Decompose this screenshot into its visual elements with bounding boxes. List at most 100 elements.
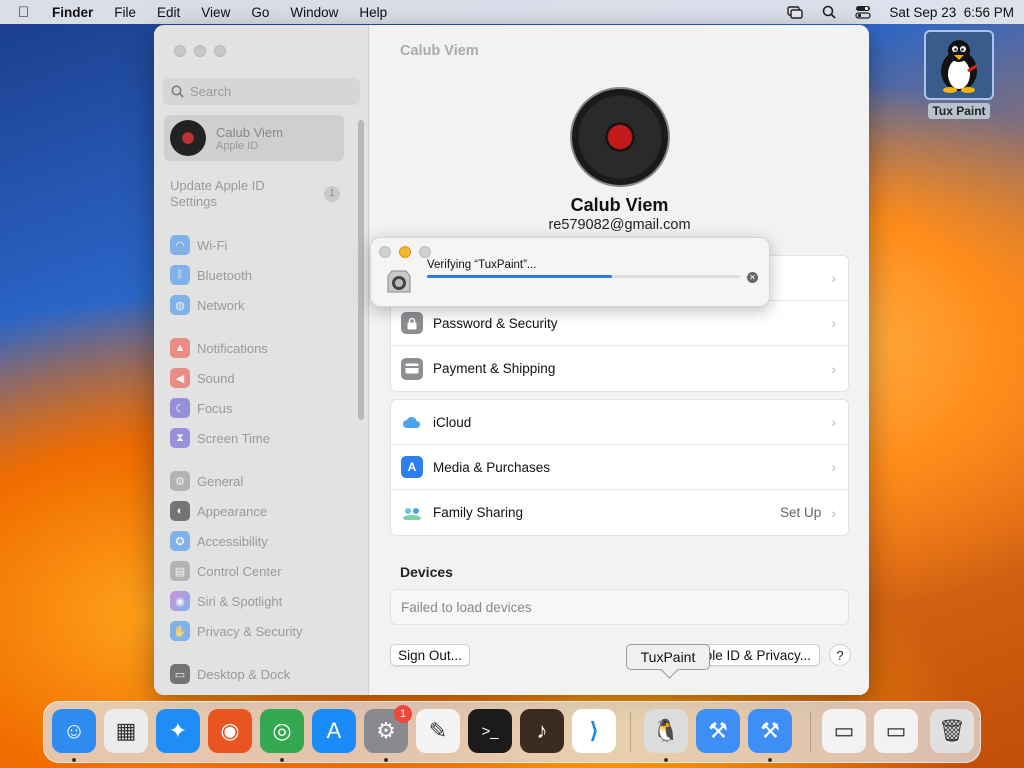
sidebar-nav: ◠ Wi-Fi ᛒ Bluetooth ◍ Network ▲ Notification…: [170, 230, 355, 689]
safari-icon[interactable]: ✦: [156, 709, 200, 753]
sidebar-item-siri-spotlight[interactable]: ◉ Siri & Spotlight: [170, 586, 355, 616]
devices-status: Failed to load devices: [390, 589, 849, 625]
control-center-icon: ▤: [170, 561, 190, 581]
zoom-button[interactable]: [214, 45, 226, 57]
app-store-icon[interactable]: A: [312, 709, 356, 753]
tuxpaint-icon[interactable]: 🐧: [644, 709, 688, 753]
sign-out-button[interactable]: Sign Out...: [390, 644, 470, 666]
profile-email: re579082@gmail.com: [548, 217, 691, 233]
dialog-minimize-button[interactable]: [399, 246, 411, 258]
sidebar-item-label: Focus: [197, 400, 233, 416]
sidebar-item-label: Bluetooth: [197, 267, 252, 283]
close-button[interactable]: [174, 45, 186, 57]
menu-app-finder[interactable]: Finder: [52, 5, 93, 20]
vscode-icon[interactable]: ⟩: [572, 709, 616, 753]
sidebar-item-desktop-dock[interactable]: ▭ Desktop & Dock: [170, 659, 355, 689]
sidebar-item-network[interactable]: ◍ Network: [170, 290, 355, 320]
desktop-icon-tuxpaint[interactable]: Tux Paint: [923, 30, 995, 119]
sidebar-item-appearance[interactable]: ◐ Appearance: [170, 496, 355, 526]
firefox-icon[interactable]: ◉: [208, 709, 252, 753]
xcode-icon[interactable]: ⚒: [696, 709, 740, 753]
sidebar-item-label: Appearance: [197, 503, 268, 519]
sidebar-scrollbar[interactable]: [358, 120, 364, 420]
verifying-dialog: Verifying “TuxPaint”... ✕: [370, 237, 770, 307]
sidebar-item-update-apple-id[interactable]: Update Apple ID Settings 1: [170, 178, 340, 210]
menu-file[interactable]: File: [114, 5, 136, 20]
row-family-sharing[interactable]: Family Sharing Set Up ›: [391, 490, 848, 535]
screen-mirroring-icon[interactable]: [787, 5, 804, 19]
sidebar-item-general[interactable]: ⚙ General: [170, 466, 355, 496]
spotlight-search-icon[interactable]: [821, 5, 837, 19]
desktop-icon-label: Tux Paint: [928, 103, 990, 119]
sidebar-item-bluetooth[interactable]: ᛒ Bluetooth: [170, 260, 355, 290]
help-button[interactable]: ?: [829, 644, 851, 666]
garageband-icon[interactable]: ♪: [520, 709, 564, 753]
row-label: iCloud: [433, 414, 472, 430]
textedit-icon[interactable]: ✎: [416, 709, 460, 753]
page-title: Calub Viem: [400, 43, 479, 59]
chrome-window-icon[interactable]: ▭: [874, 709, 918, 753]
sidebar-item-accessibility[interactable]: ✪ Accessibility: [170, 526, 355, 556]
menu-edit[interactable]: Edit: [157, 5, 180, 20]
sidebar-item-privacy-security[interactable]: ✋ Privacy & Security: [170, 616, 355, 646]
chrome-icon[interactable]: ◎: [260, 709, 304, 753]
profile-avatar[interactable]: [570, 87, 670, 187]
search-icon: [171, 85, 184, 98]
dialog-zoom-button[interactable]: [419, 246, 431, 258]
main-pane: Calub Viem Calub Viem re579082@gmail.com…: [370, 25, 869, 695]
sidebar-item-wifi[interactable]: ◠ Wi-Fi: [170, 230, 355, 260]
apple-id-privacy-button[interactable]: ple ID & Privacy...: [700, 644, 820, 666]
minimize-button[interactable]: [194, 45, 206, 57]
control-center-icon[interactable]: [855, 5, 872, 19]
menubar-clock[interactable]: Sat Sep 23 6:56 PM: [889, 5, 1014, 20]
running-indicator: [72, 758, 76, 762]
finder-icon[interactable]: ☺: [52, 709, 96, 753]
preview-window-icon[interactable]: ▭: [822, 709, 866, 753]
launchpad-icon[interactable]: ▦: [104, 709, 148, 753]
dialog-close-button[interactable]: [379, 246, 391, 258]
apple-menu-icon[interactable]: : [18, 4, 36, 21]
row-media-purchases[interactable]: A Media & Purchases ›: [391, 445, 848, 490]
sidebar-item-control-center[interactable]: ▤ Control Center: [170, 556, 355, 586]
sidebar-item-notifications[interactable]: ▲ Notifications: [170, 333, 355, 363]
lock-icon: [401, 312, 423, 334]
terminal-icon[interactable]: >_: [468, 709, 512, 753]
sidebar-item-label: Notifications: [197, 340, 268, 356]
running-indicator: [280, 758, 284, 762]
xcode-installer-icon[interactable]: ⚒: [748, 709, 792, 753]
notification-badge: 1: [394, 705, 412, 723]
wifi-icon: ◠: [170, 235, 190, 255]
sidebar-item-label: Sound: [197, 370, 235, 386]
sidebar-item-label: Wi-Fi: [197, 237, 228, 253]
trash-icon[interactable]: 🗑: [930, 709, 974, 753]
sidebar-item-label: Privacy & Security: [197, 623, 303, 639]
dock-separator: [810, 712, 811, 752]
dialog-window-controls: [379, 246, 431, 258]
sidebar-item-sound[interactable]: ◀ Sound: [170, 363, 355, 393]
sidebar-item-label: Control Center: [197, 563, 282, 579]
row-password-security[interactable]: Password & Security ›: [391, 301, 848, 346]
sidebar-item-focus[interactable]: ☾ Focus: [170, 393, 355, 423]
card-icon: [401, 357, 423, 380]
dock: ☺ ▦ ✦ ◉ ◎ A ⚙ 1 ✎ >_ ♪ ⟩ 🐧 ⚒ ⚒ ▭ ▭ 🗑: [43, 701, 981, 763]
row-payment-shipping[interactable]: Payment & Shipping ›: [391, 346, 848, 391]
search-input[interactable]: [190, 84, 350, 99]
sidebar: Calub Viem Apple ID Update Apple ID Sett…: [154, 25, 369, 695]
running-indicator: [664, 758, 668, 762]
menu-view[interactable]: View: [201, 5, 230, 20]
sidebar-item-label: Screen Time: [197, 430, 270, 446]
chevron-right-icon: ›: [831, 504, 836, 521]
row-icloud[interactable]: iCloud ›: [391, 400, 848, 445]
cancel-icon[interactable]: ✕: [747, 272, 758, 283]
sidebar-item-screen-time[interactable]: ⧗ Screen Time: [170, 423, 355, 453]
tux-penguin-icon: [924, 30, 994, 100]
family-setup-link[interactable]: Set Up: [780, 505, 821, 520]
dock-icon: ▭: [170, 664, 190, 684]
appstore-icon: A: [401, 456, 423, 478]
menu-help[interactable]: Help: [359, 5, 387, 20]
menu-go[interactable]: Go: [251, 5, 269, 20]
sidebar-account-item[interactable]: Calub Viem Apple ID: [164, 115, 344, 161]
menu-window[interactable]: Window: [290, 5, 338, 20]
row-label: Media & Purchases: [433, 459, 551, 475]
menu-bar:  Finder File Edit View Go Window Help S…: [0, 0, 1024, 24]
